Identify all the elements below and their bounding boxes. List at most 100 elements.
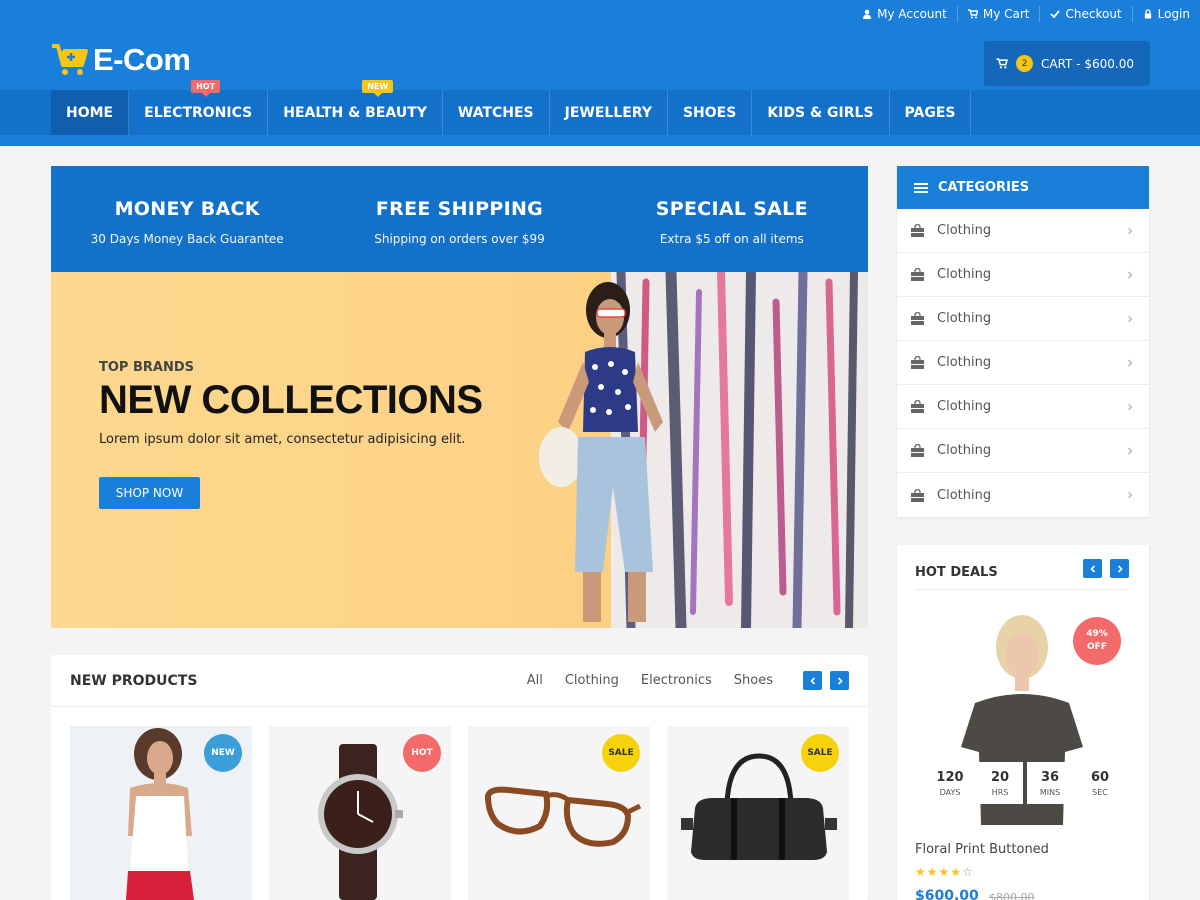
nav-home[interactable]: HOME	[51, 90, 130, 135]
category-item[interactable]: Clothing	[897, 473, 1149, 517]
nav-shoes[interactable]: SHOES	[668, 90, 753, 135]
prev-arrow-button[interactable]	[1083, 559, 1102, 578]
category-label: Clothing	[937, 443, 992, 458]
login-link[interactable]: Login	[1131, 6, 1200, 22]
login-label: Login	[1157, 7, 1190, 21]
cart-icon	[996, 58, 1008, 69]
discount-badge: 49% OFF	[1073, 617, 1121, 665]
hero-title: NEW COLLECTIONS	[99, 378, 483, 422]
new-badge: NEW	[204, 734, 242, 772]
feature-subtitle: 30 Days Money Back Guarantee	[90, 232, 284, 246]
feature-subtitle: Shipping on orders over $99	[374, 232, 545, 246]
feature-free-shipping: FREE SHIPPING Shipping on orders over $9…	[323, 166, 595, 272]
shopping-bag-icon	[910, 400, 925, 413]
chevron-right-icon	[837, 676, 843, 685]
countdown-unit: SEC	[1092, 787, 1108, 797]
product-card[interactable]: HOT	[269, 726, 451, 900]
checkout-link[interactable]: Checkout	[1039, 6, 1131, 22]
product-grid: NEW HOT SALE SALE	[70, 726, 866, 900]
categories-panel: CATEGORIES Clothing Clothing Clothing Cloth…	[897, 166, 1149, 517]
tab-clothing[interactable]: Clothing	[565, 673, 619, 688]
nav-health-beauty[interactable]: NEW HEALTH & BEAUTY	[268, 80, 443, 135]
nav-label: PAGES	[904, 104, 956, 121]
product-card[interactable]: SALE	[468, 726, 650, 900]
checkout-label: Checkout	[1065, 7, 1122, 21]
deal-old-price: $800.00	[989, 891, 1035, 900]
countdown-unit: DAYS	[939, 787, 961, 797]
countdown-timer: 120 DAYS 20 HRS 36 MINS 60 SEC	[927, 762, 1127, 804]
header-cart-button[interactable]: 2 CART - $600.00	[984, 41, 1150, 86]
next-arrow-button[interactable]	[1110, 559, 1129, 578]
nav-kids-girls[interactable]: KIDS & GIRLS	[752, 90, 890, 135]
chevron-right-icon	[1128, 491, 1133, 499]
star-empty-icon: ☆	[962, 865, 973, 879]
nav-electronics[interactable]: HOT ELECTRONICS	[129, 80, 269, 135]
my-account-link[interactable]: My Account	[852, 6, 957, 22]
deal-price: $600.00	[915, 888, 979, 900]
lock-icon	[1144, 9, 1151, 19]
category-label: Clothing	[937, 399, 992, 414]
tab-electronics[interactable]: Electronics	[641, 673, 712, 688]
next-arrow-button[interactable]	[830, 671, 849, 690]
nav-watches[interactable]: WATCHES	[443, 90, 550, 135]
chevron-right-icon	[1117, 564, 1123, 573]
chevron-left-icon	[1089, 564, 1095, 573]
shopping-bag-icon	[910, 444, 925, 457]
site-logo[interactable]: E-Com	[51, 42, 191, 78]
countdown-value: 20	[990, 769, 1010, 785]
shopping-bag-icon	[910, 488, 925, 502]
nav-label: WATCHES	[457, 104, 534, 121]
main-nav: HOME HOT ELECTRONICS NEW HEALTH & BEAUTY…	[0, 80, 1200, 135]
features-bar: MONEY BACK 30 Days Money Back Guarantee …	[51, 166, 868, 272]
nav-label: ELECTRONICS	[144, 104, 253, 121]
feature-title: MONEY BACK	[114, 198, 260, 220]
countdown-unit: MINS	[1039, 787, 1061, 797]
my-cart-label: My Cart	[982, 7, 1030, 21]
countdown-minutes: 36 MINS	[1027, 762, 1073, 804]
category-label: Clothing	[937, 267, 992, 282]
new-badge: NEW	[362, 80, 394, 97]
shopping-bag-icon	[910, 224, 925, 237]
nav-jewellery[interactable]: JEWELLERY	[550, 90, 668, 135]
sale-badge: SALE	[801, 734, 839, 772]
nav-label: JEWELLERY	[564, 104, 652, 121]
tab-all[interactable]: All	[527, 673, 543, 688]
shopping-bag-icon	[910, 312, 925, 325]
shop-now-button[interactable]: SHOP NOW	[99, 477, 200, 509]
tab-shoes[interactable]: Shoes	[734, 673, 773, 688]
category-item[interactable]: Clothing	[897, 297, 1149, 341]
category-item[interactable]: Clothing	[897, 209, 1149, 253]
category-item[interactable]: Clothing	[897, 429, 1149, 473]
hot-deals-header: HOT DEALS	[915, 557, 1129, 590]
feature-title: FREE SHIPPING	[375, 198, 544, 220]
category-item[interactable]: Clothing	[897, 385, 1149, 429]
product-card[interactable]: SALE	[667, 726, 849, 900]
prev-arrow-button[interactable]	[803, 671, 822, 690]
countdown-seconds: 60 SEC	[1077, 762, 1123, 804]
feature-title: SPECIAL SALE	[655, 198, 808, 220]
hero-banner: TOP BRANDS NEW COLLECTIONS Lorem ipsum d…	[51, 272, 868, 628]
site-header: My Account My Cart Checkout Login E-Com …	[0, 0, 1200, 146]
category-item[interactable]: Clothing	[897, 253, 1149, 297]
category-label: Clothing	[937, 223, 992, 238]
top-links: My Account My Cart Checkout Login	[852, 0, 1200, 28]
section-title: NEW PRODUCTS	[70, 672, 198, 689]
product-filter-tabs: All Clothing Electronics Shoes	[505, 671, 849, 690]
model-image	[539, 282, 663, 622]
countdown-unit: HRS	[991, 787, 1009, 797]
category-item[interactable]: Clothing	[897, 341, 1149, 385]
my-cart-link[interactable]: My Cart	[956, 6, 1040, 22]
star-filled-icon: ★	[926, 865, 938, 879]
categories-header[interactable]: CATEGORIES	[897, 166, 1149, 209]
hot-deals-title: HOT DEALS	[915, 565, 998, 580]
product-card[interactable]: NEW	[70, 726, 252, 900]
category-label: Clothing	[937, 355, 992, 370]
nav-pages[interactable]: PAGES	[890, 90, 972, 135]
logo-cart-icon	[52, 44, 88, 75]
chevron-right-icon	[1128, 447, 1133, 454]
deal-product-name[interactable]: Floral Print Buttoned	[915, 842, 1049, 857]
shopping-bag-icon	[910, 268, 925, 281]
category-label: Clothing	[937, 311, 992, 326]
cart-total-label: CART - $600.00	[1041, 56, 1134, 71]
countdown-days: 120 DAYS	[927, 762, 973, 804]
